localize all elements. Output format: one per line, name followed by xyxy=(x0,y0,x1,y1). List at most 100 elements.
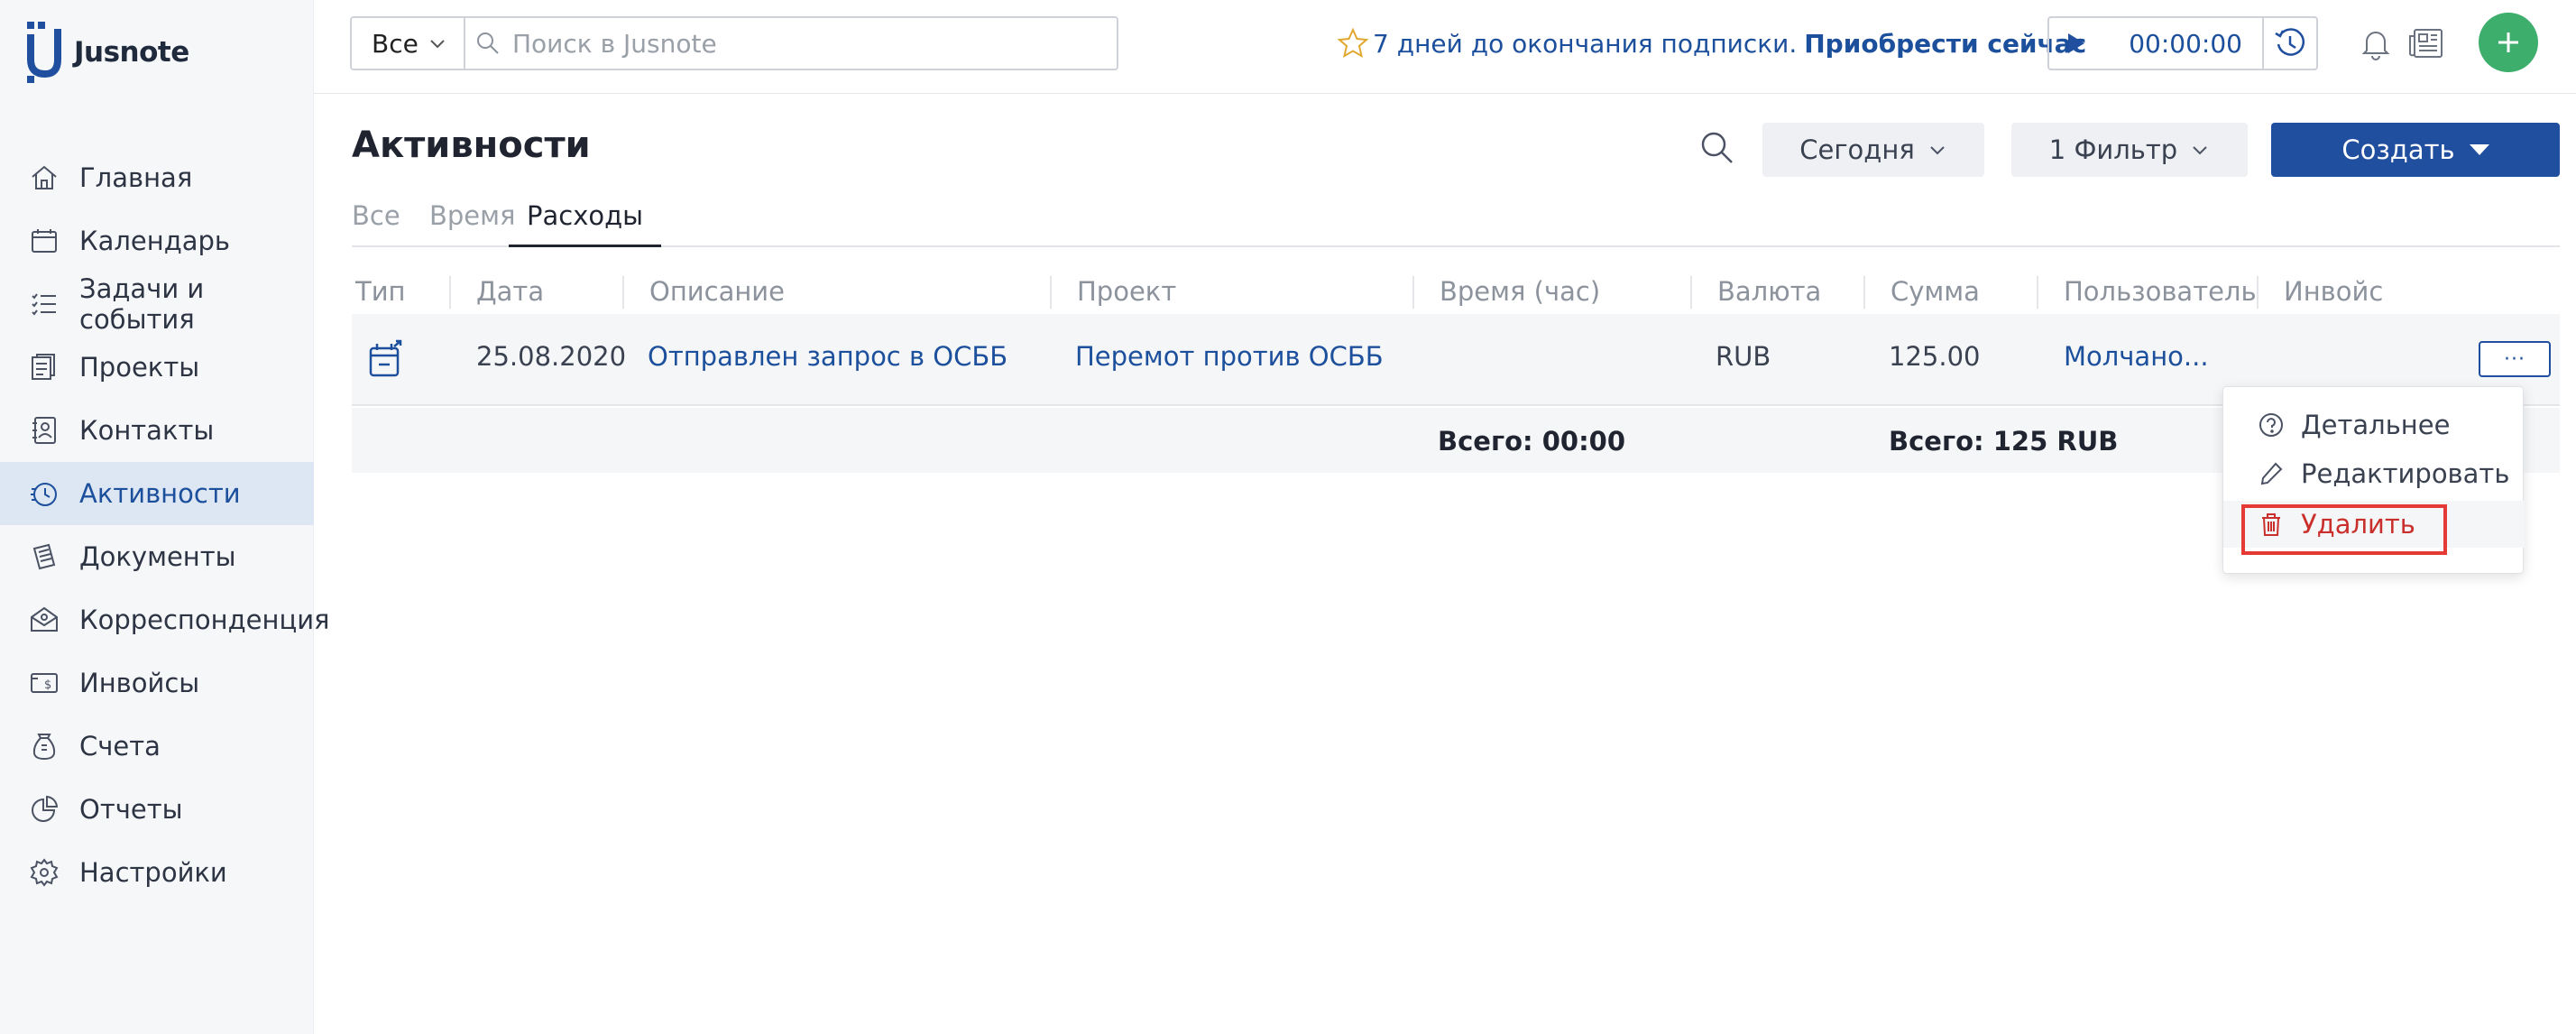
history-icon xyxy=(2275,28,2305,56)
sidebar-item-projects[interactable]: Проекты xyxy=(0,336,314,399)
expense-icon xyxy=(369,339,402,377)
tab-all[interactable]: Все xyxy=(352,200,400,247)
search-input[interactable] xyxy=(512,28,1099,59)
row-actions-button[interactable]: ··· xyxy=(2479,341,2551,377)
row-project-link[interactable]: Перемот против ОСББ xyxy=(1075,341,1384,372)
buy-now-link[interactable]: Приобрести сейчас xyxy=(1804,29,2086,59)
sidebar: Jusnote Главная Календарь Задачи и событ… xyxy=(0,0,329,1034)
column-header-currency[interactable]: Валюта xyxy=(1690,276,1821,309)
filter-label: 1 Фильтр xyxy=(2048,134,2178,165)
settings-icon xyxy=(29,857,60,888)
table-header: Тип Дата Описание Проект Время (час) Вал… xyxy=(352,267,2560,314)
create-label: Создать xyxy=(2341,134,2455,165)
logo[interactable]: Jusnote xyxy=(25,20,189,85)
total-time: Всего: 00:00 xyxy=(1438,426,1626,457)
caret-down-icon xyxy=(2469,144,2489,155)
sidebar-item-label: Контакты xyxy=(79,415,215,446)
sidebar-item-label: Инвойсы xyxy=(79,668,200,698)
sidebar-item-label: Отчеты xyxy=(79,794,183,825)
column-header-date[interactable]: Дата xyxy=(449,276,544,309)
sidebar-item-correspondence[interactable]: Корреспонденция xyxy=(0,588,329,651)
search-scope-select[interactable]: Все xyxy=(350,16,465,70)
svg-text:$: $ xyxy=(44,679,51,692)
sidebar-item-tasks[interactable]: Задачи и события xyxy=(0,272,314,336)
row-date: 25.08.2020 xyxy=(476,341,627,372)
correspondence-icon xyxy=(29,605,60,635)
search-icon xyxy=(477,32,499,54)
row-currency: RUB xyxy=(1716,341,1771,372)
sidebar-item-label: Задачи и события xyxy=(79,273,205,335)
sidebar-item-activities[interactable]: Активности xyxy=(0,462,314,525)
column-header-type[interactable]: Тип xyxy=(354,276,406,309)
notifications-button[interactable] xyxy=(2354,22,2397,65)
menu-item-label: Редактировать xyxy=(2301,458,2510,489)
more-dots-icon: ··· xyxy=(2504,347,2525,371)
activities-table: Тип Дата Описание Проект Время (час) Вал… xyxy=(352,267,2560,473)
date-filter-dropdown[interactable]: Сегодня xyxy=(1762,123,1984,177)
news-button[interactable] xyxy=(2405,22,2448,65)
column-header-invoice[interactable]: Инвойс xyxy=(2257,276,2383,309)
reports-icon xyxy=(29,794,60,825)
sidebar-item-accounts[interactable]: Счета xyxy=(0,715,314,778)
accounts-icon xyxy=(29,731,60,762)
activity-tabs: Все Время Расходы xyxy=(352,197,2560,247)
bell-icon xyxy=(2361,32,2390,60)
sidebar-item-settings[interactable]: Настройки xyxy=(0,841,314,904)
column-header-amount[interactable]: Сумма xyxy=(1863,276,1980,309)
timer-history-button[interactable] xyxy=(2262,16,2318,70)
promo-text: 7 дней до окончания подписки. xyxy=(1373,28,1798,59)
search-icon xyxy=(1701,132,1733,163)
sidebar-item-invoices[interactable]: $ Инвойсы xyxy=(0,651,314,715)
sidebar-item-label: Календарь xyxy=(79,226,231,256)
column-header-project[interactable]: Проект xyxy=(1050,276,1176,309)
activities-icon xyxy=(29,478,60,509)
row-amount: 125.00 xyxy=(1889,341,1981,372)
projects-icon xyxy=(29,352,60,383)
column-header-description[interactable]: Описание xyxy=(622,276,785,309)
sidebar-nav: Главная Календарь Задачи и события Проек… xyxy=(0,146,329,904)
help-circle-icon xyxy=(2259,413,2283,437)
chevron-down-icon xyxy=(1930,146,1945,155)
subscription-promo: 7 дней до окончания подписки. Приобрести… xyxy=(1337,22,2086,65)
delete-highlight-box xyxy=(2241,504,2447,555)
create-button[interactable]: Создать xyxy=(2271,123,2560,177)
page-title: Активности xyxy=(352,125,591,166)
tab-time[interactable]: Время xyxy=(429,200,515,247)
menu-item-edit[interactable]: Редактировать xyxy=(2223,450,2525,497)
global-search[interactable] xyxy=(464,16,1118,70)
filter-dropdown[interactable]: 1 Фильтр xyxy=(2011,123,2248,177)
top-bar: Все 7 дней до окончания подписки. Приобр… xyxy=(314,0,2576,94)
contacts-icon xyxy=(29,415,60,446)
tab-expenses[interactable]: Расходы xyxy=(509,200,662,247)
sidebar-item-contacts[interactable]: Контакты xyxy=(0,399,314,462)
documents-icon xyxy=(29,541,60,572)
newspaper-icon xyxy=(2409,29,2443,58)
sidebar-item-label: Главная xyxy=(79,162,193,193)
home-icon xyxy=(29,162,60,193)
row-user-link[interactable]: Молчано... xyxy=(2064,341,2209,372)
sidebar-item-calendar[interactable]: Календарь xyxy=(0,209,314,272)
sidebar-item-label: Счета xyxy=(79,731,161,762)
app-name: Jusnote xyxy=(74,36,189,69)
sidebar-item-label: Документы xyxy=(79,541,236,572)
logo-mark-icon xyxy=(27,22,61,83)
menu-item-details[interactable]: Детальнее xyxy=(2223,402,2525,448)
chevron-down-icon xyxy=(430,40,445,49)
calendar-icon xyxy=(29,226,60,256)
timer[interactable]: 00:00:00 xyxy=(2047,16,2264,70)
row-actions-menu: Детальнее Редактировать Удалить xyxy=(2222,386,2525,574)
date-filter-label: Сегодня xyxy=(1799,134,1915,165)
search-scope-value: Все xyxy=(372,28,419,59)
sidebar-item-documents[interactable]: Документы xyxy=(0,525,314,588)
quick-add-button[interactable] xyxy=(2479,13,2538,72)
column-header-hours[interactable]: Время (час) xyxy=(1412,276,1600,309)
column-header-user[interactable]: Пользователь xyxy=(2037,276,2257,309)
total-amount: Всего: 125 RUB xyxy=(1889,426,2119,457)
play-icon[interactable] xyxy=(2064,32,2087,55)
sidebar-item-reports[interactable]: Отчеты xyxy=(0,778,314,841)
row-description-link[interactable]: Отправлен запрос в ОСББ xyxy=(648,341,1007,372)
timer-value: 00:00:00 xyxy=(2129,28,2242,59)
search-toggle-button[interactable] xyxy=(1697,128,1737,168)
chevron-down-icon xyxy=(2193,146,2207,155)
sidebar-item-home[interactable]: Главная xyxy=(0,146,314,209)
